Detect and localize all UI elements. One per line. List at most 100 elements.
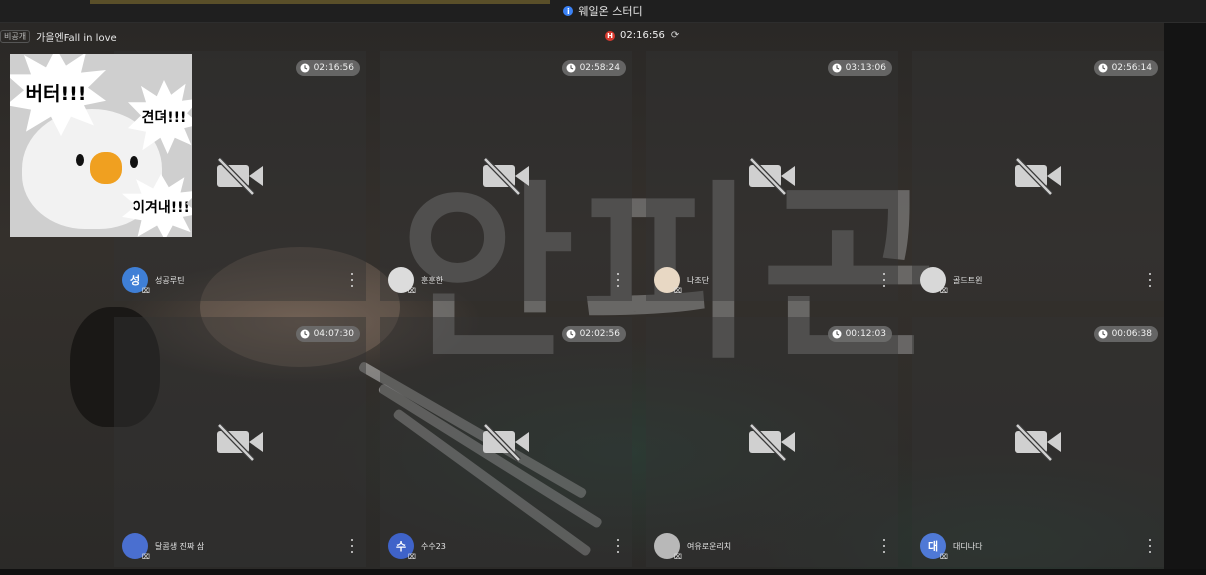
camera-off-icon [217,423,263,462]
room-title: 가을엔Fall in love [36,32,117,44]
study-time-badge: 02:16:56 [295,60,360,76]
status-indicator: ⌧ [407,553,416,561]
camera-off-icon [1015,157,1061,196]
study-time-badge: 04:07:30 [295,326,360,342]
clock-icon [832,329,842,339]
study-time: 03:13:06 [845,63,886,73]
clock-icon [1098,63,1108,73]
avatar[interactable]: ⌧ [122,533,150,561]
participant-tile[interactable]: 02:02:56 수 ⌧ 수수23 [380,317,632,567]
avatar[interactable]: ⌧ [920,267,948,295]
status-indicator: ⌧ [673,553,682,561]
sticker-text-top: 버터!!! [10,54,106,136]
participant-tile[interactable]: 04:07:30 ⌧ 달콤생 진짜 삼 [114,317,366,567]
title-glow [90,0,550,4]
camera-off-icon [749,157,795,196]
status-indicator: ⌧ [141,553,150,561]
more-vertical-icon[interactable] [882,273,886,287]
status-indicator: ⌧ [673,287,682,295]
study-time: 00:12:03 [845,329,886,339]
study-time: 02:58:24 [579,63,620,73]
title-bar: i 웨일온 스터디 [0,0,1206,23]
duck-eye [130,156,138,168]
more-vertical-icon[interactable] [350,273,354,287]
participant-footer: ⌧ 골드트윈 [920,267,1156,295]
avatar[interactable]: ⌧ [388,267,416,295]
status-indicator: ⌧ [939,553,948,561]
participant-footer: ⌧ 나조단 [654,267,890,295]
participant-footer: 수 ⌧ 수수23 [388,533,624,561]
study-time-badge: 00:06:38 [1093,326,1158,342]
study-time-badge: 03:13:06 [827,60,892,76]
avatar[interactable]: ⌧ [654,533,682,561]
participant-tile[interactable]: 02:56:14 ⌧ 골드트윈 [912,51,1164,301]
camera-off-icon [483,423,529,462]
avatar[interactable]: 성 ⌧ [122,267,150,295]
sticker-image: 버터!!! 견뎌!!! 이겨내!!! [10,54,192,237]
right-panel [1164,22,1206,575]
clock-icon [300,329,310,339]
status-indicator: ⌧ [141,287,150,295]
participant-name: 달콤생 진짜 삼 [155,541,205,551]
avatar-letter: 성 [129,274,141,287]
more-vertical-icon[interactable] [616,539,620,553]
duck-beak [90,152,122,184]
avatar[interactable]: ⌧ [654,267,682,295]
participant-name: 성공루틴 [155,275,185,285]
participant-name: 나조단 [687,275,710,285]
more-vertical-icon[interactable] [1148,273,1152,287]
study-time: 02:16:56 [313,63,354,73]
study-time-badge: 02:56:14 [1093,60,1158,76]
participant-footer: ⌧ 여유로운리치 [654,533,890,561]
status-indicator: ⌧ [407,287,416,295]
study-time-badge: 00:12:03 [827,326,892,342]
camera-off-icon [1015,423,1061,462]
status-indicator: ⌧ [939,287,948,295]
avatar[interactable]: 대 ⌧ [920,533,948,561]
more-vertical-icon[interactable] [882,539,886,553]
study-time: 04:07:30 [313,329,354,339]
participant-name: 훈훈한 [421,275,444,285]
participant-name: 여유로운리치 [687,541,732,551]
session-time: 02:16:56 [620,30,665,41]
duck-eye [76,154,84,166]
participant-footer: 성 ⌧ 성공루틴 [122,267,358,295]
study-time: 02:02:56 [579,329,620,339]
study-time-badge: 02:02:56 [561,326,626,342]
clock-icon [832,63,842,73]
refresh-icon[interactable]: ⟳ [671,30,679,41]
clock-icon [1098,329,1108,339]
session-timer: H 02:16:56 ⟳ [605,30,679,41]
participant-tile[interactable]: 03:13:06 ⌧ 나조단 [646,51,898,301]
participant-name: 수수23 [421,541,446,551]
participant-tile[interactable]: 00:06:38 대 ⌧ 대디나다 [912,317,1164,567]
bottom-bar [0,569,1206,575]
clock-icon [300,63,310,73]
more-vertical-icon[interactable] [616,273,620,287]
privacy-badge: 비공개 [0,29,31,43]
participant-footer: 대 ⌧ 대디나다 [920,533,1156,561]
participant-footer: ⌧ 훈훈한 [388,267,624,295]
participant-tile[interactable]: 00:12:03 ⌧ 여유로운리치 [646,317,898,567]
clock-icon [566,63,576,73]
participant-name: 대디나다 [953,541,983,551]
avatar-letter: 대 [927,540,939,553]
study-time: 00:06:38 [1111,329,1152,339]
window-title: 웨일온 스터디 [578,5,643,18]
avatar-letter: 수 [395,540,407,553]
camera-off-icon [483,157,529,196]
more-vertical-icon[interactable] [350,539,354,553]
camera-off-icon [217,157,263,196]
participant-name: 골드트윈 [953,275,983,285]
camera-off-icon [749,423,795,462]
avatar[interactable]: 수 ⌧ [388,533,416,561]
study-time-badge: 02:58:24 [561,60,626,76]
clock-icon [566,329,576,339]
record-icon: H [605,30,615,41]
room-header: 비공개 가을엔Fall in love [0,28,117,44]
more-vertical-icon[interactable] [1148,539,1152,553]
participant-tile[interactable]: 02:58:24 ⌧ 훈훈한 [380,51,632,301]
participant-footer: ⌧ 달콤생 진짜 삼 [122,533,358,561]
study-time: 02:56:14 [1111,63,1152,73]
info-icon[interactable]: i [563,6,574,16]
